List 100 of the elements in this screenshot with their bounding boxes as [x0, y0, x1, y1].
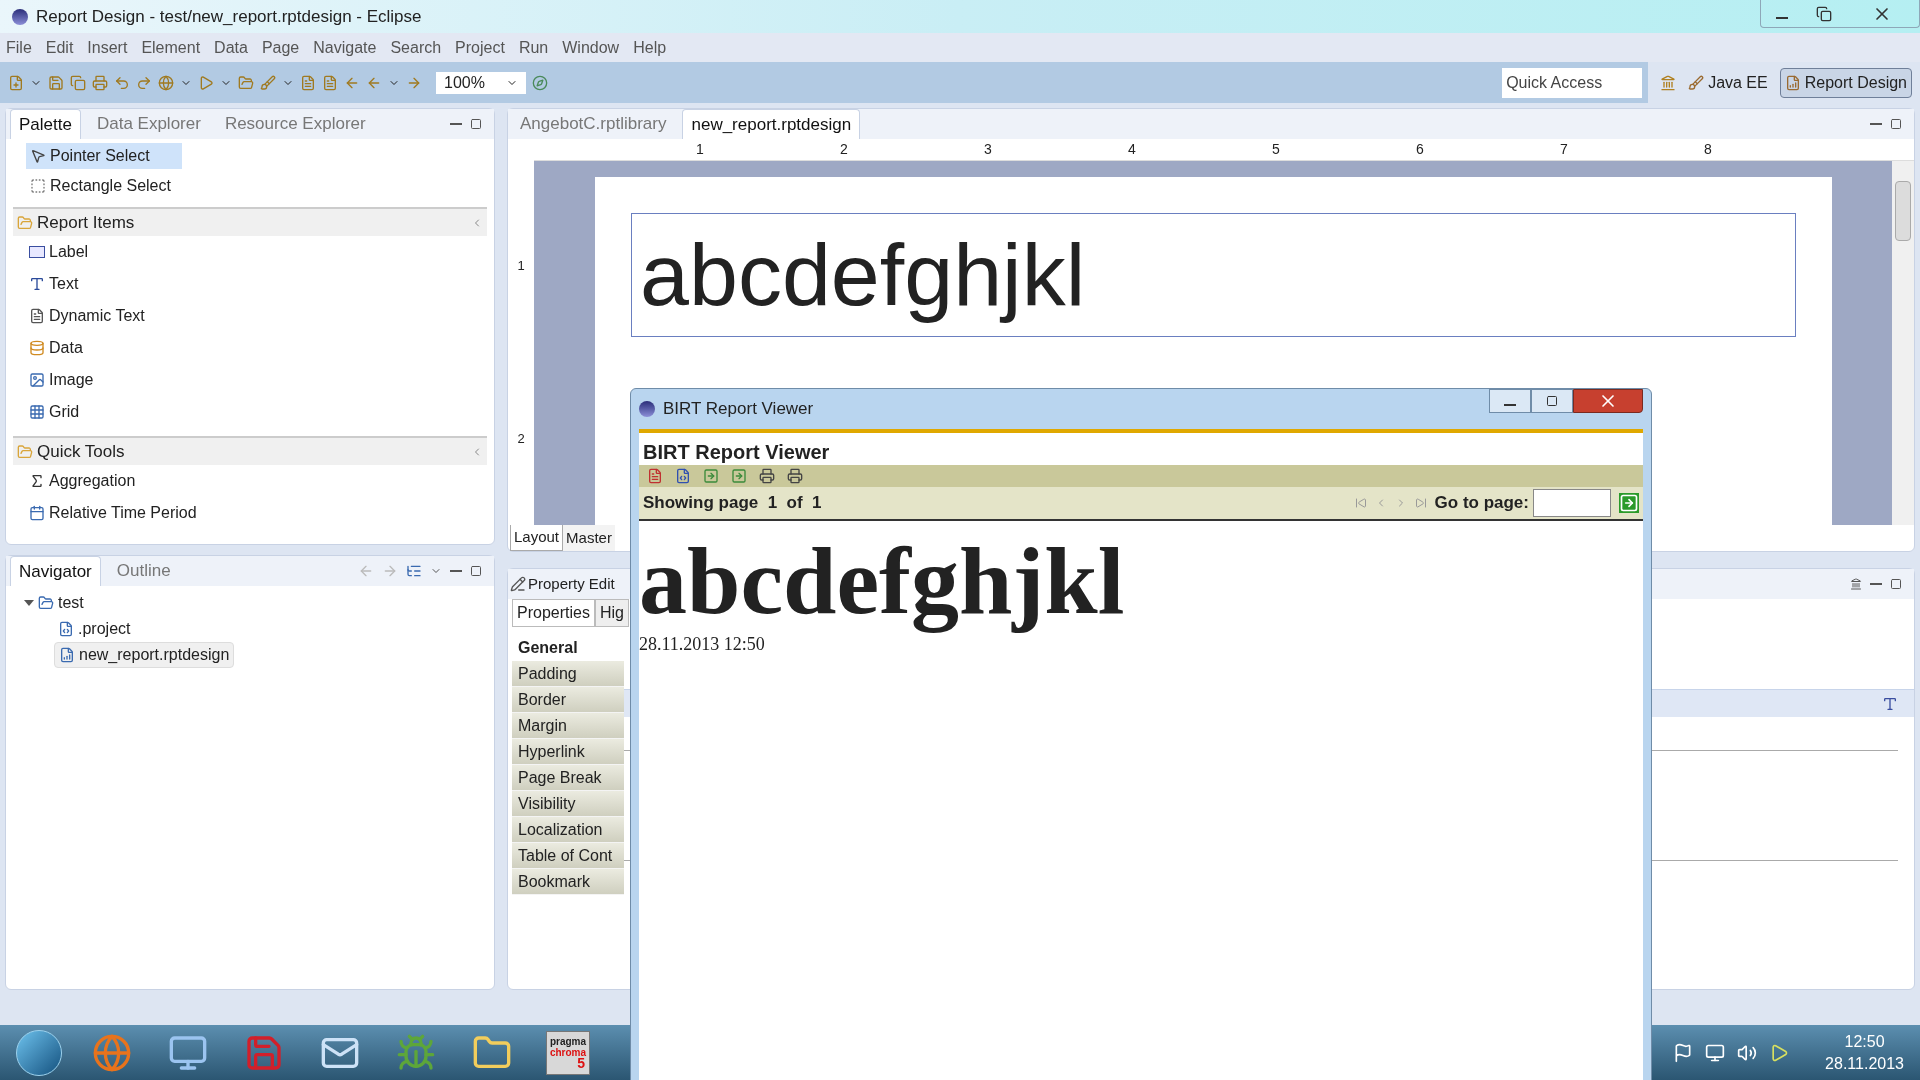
new-file-icon[interactable]	[8, 74, 24, 91]
tree-item[interactable]: .project	[54, 616, 135, 642]
maximize-icon	[1546, 395, 1558, 407]
editor-tab[interactable]: new_report.rptdesign	[682, 109, 861, 139]
view-tab[interactable]: Outline	[108, 556, 179, 586]
text-style-icon[interactable]	[1882, 695, 1898, 712]
export-report-icon[interactable]	[731, 468, 747, 484]
brush-icon[interactable]	[260, 74, 276, 91]
editor-page-tab[interactable]: Master	[563, 525, 615, 551]
palette-tool[interactable]: Rectangle Select	[26, 173, 182, 199]
open-folder-icon[interactable]	[238, 74, 254, 91]
maximize-icon[interactable]	[470, 118, 482, 130]
start-button[interactable]	[16, 1029, 62, 1076]
maximize-button[interactable]	[1531, 389, 1573, 413]
palette-item[interactable]: Grid	[29, 396, 487, 428]
perspective-button[interactable]: Report Design	[1779, 67, 1912, 98]
menu-item[interactable]: Window	[562, 35, 620, 60]
menu-item[interactable]: Run	[518, 35, 549, 60]
forward-icon[interactable]	[382, 563, 398, 579]
minimize-icon	[1776, 16, 1788, 19]
menu-item[interactable]: Edit	[45, 35, 74, 60]
menu-item[interactable]: Search	[390, 35, 442, 60]
view-tab[interactable]: Palette	[10, 109, 81, 139]
expand-arrow-icon[interactable]	[24, 600, 34, 606]
last-page-icon[interactable]	[1414, 497, 1427, 509]
go-icon[interactable]	[1619, 493, 1639, 513]
property-category[interactable]: Localization	[512, 817, 624, 843]
property-category[interactable]: Visibility	[512, 791, 624, 817]
brush-icon	[1688, 74, 1705, 91]
undo-icon[interactable]	[114, 74, 130, 91]
redo-icon[interactable]	[136, 74, 152, 91]
eclipse-icon	[12, 8, 28, 25]
item-label: Grid	[49, 402, 80, 422]
menu-item[interactable]: Help	[633, 35, 667, 60]
zoom-combo[interactable]: 100%	[436, 71, 526, 94]
close-button[interactable]	[1573, 389, 1643, 413]
menu-item[interactable]: File	[6, 35, 32, 60]
palette-item[interactable]: Relative Time Period	[29, 497, 487, 529]
print-icon[interactable]	[759, 468, 775, 484]
collapse-icon[interactable]	[406, 563, 422, 579]
app-tile[interactable]: pragma chroma 5	[546, 1030, 590, 1075]
property-category[interactable]: Padding	[512, 661, 624, 687]
minimize-button[interactable]	[1489, 389, 1531, 413]
maximize-icon[interactable]	[1890, 578, 1902, 590]
palette-item[interactable]: Text	[29, 268, 487, 300]
vertical-scrollbar[interactable]	[1892, 161, 1914, 525]
editor-tab[interactable]: AngebotC.rptlibrary	[512, 109, 675, 139]
menu-item[interactable]: Navigate	[313, 35, 377, 60]
play-icon[interactable]	[198, 74, 214, 91]
globe-icon[interactable]	[158, 74, 174, 91]
palette-item[interactable]: Aggregation	[29, 465, 487, 497]
palette-item[interactable]: Data	[29, 332, 487, 364]
property-tab[interactable]: Hig	[594, 599, 629, 627]
view-tab[interactable]: Resource Explorer	[216, 109, 374, 139]
export-icon[interactable]	[703, 468, 719, 484]
play-icon[interactable]	[1769, 1042, 1790, 1063]
quick-access-field[interactable]: Quick Access	[1502, 67, 1643, 98]
copy-icon[interactable]	[70, 74, 86, 91]
menu-item[interactable]: Project	[455, 35, 505, 60]
document-icon[interactable]	[300, 74, 316, 91]
toc-icon[interactable]	[647, 468, 663, 484]
view-tab[interactable]: Property Edit	[510, 572, 615, 596]
palette-item[interactable]: Image	[29, 364, 487, 396]
maximize-icon[interactable]	[470, 565, 482, 577]
perspective-button[interactable]: Java EE	[1684, 67, 1772, 98]
property-category[interactable]: Page Break	[512, 765, 624, 791]
maximize-icon[interactable]	[1890, 118, 1902, 130]
property-category[interactable]: Margin	[512, 713, 624, 739]
viewer-window-title: BIRT Report Viewer	[663, 398, 814, 421]
menu-item[interactable]: Element	[141, 35, 201, 60]
drawer-header[interactable]: Report Items	[13, 207, 487, 236]
palette-tool[interactable]: Pointer Select	[26, 143, 182, 169]
scrollbar-thumb[interactable]	[1895, 181, 1911, 241]
menu-item[interactable]: Page	[261, 35, 300, 60]
tree-item[interactable]: new_report.rptdesign	[54, 642, 235, 668]
property-category[interactable]: Bookmark	[512, 869, 624, 895]
property-category[interactable]: Border	[512, 687, 624, 713]
palette-item[interactable]: Dynamic Text	[29, 300, 487, 332]
back-icon[interactable]	[358, 563, 374, 579]
globe-icon[interactable]	[92, 1032, 132, 1073]
server-print-icon[interactable]	[787, 468, 803, 484]
save-icon[interactable]	[48, 74, 64, 91]
property-category[interactable]: Hyperlink	[512, 739, 624, 765]
document-icon[interactable]	[322, 74, 338, 91]
view-tab[interactable]: Data Explorer	[88, 109, 209, 139]
clock[interactable]: 12:50 28.11.2013	[1825, 1030, 1904, 1075]
menu-item[interactable]: Insert	[87, 35, 128, 60]
page-number-field[interactable]	[1533, 489, 1611, 517]
editor-page-tab[interactable]: Layout	[510, 525, 564, 551]
speaker-icon[interactable]	[1737, 1042, 1758, 1063]
tree-item[interactable]: test	[24, 590, 494, 616]
label-element[interactable]: abcdefghjkl	[631, 213, 1796, 337]
drawer-header[interactable]: Quick Tools	[13, 436, 487, 465]
view-tab[interactable]: Navigator	[10, 556, 101, 586]
property-tab[interactable]: Properties	[512, 599, 595, 627]
menu-item[interactable]: Data	[214, 35, 248, 60]
palette-item[interactable]: Label	[29, 236, 487, 268]
first-page-icon[interactable]	[1354, 497, 1367, 509]
flag-icon[interactable]	[1673, 1042, 1694, 1063]
property-category[interactable]: Table of Cont	[512, 843, 624, 869]
